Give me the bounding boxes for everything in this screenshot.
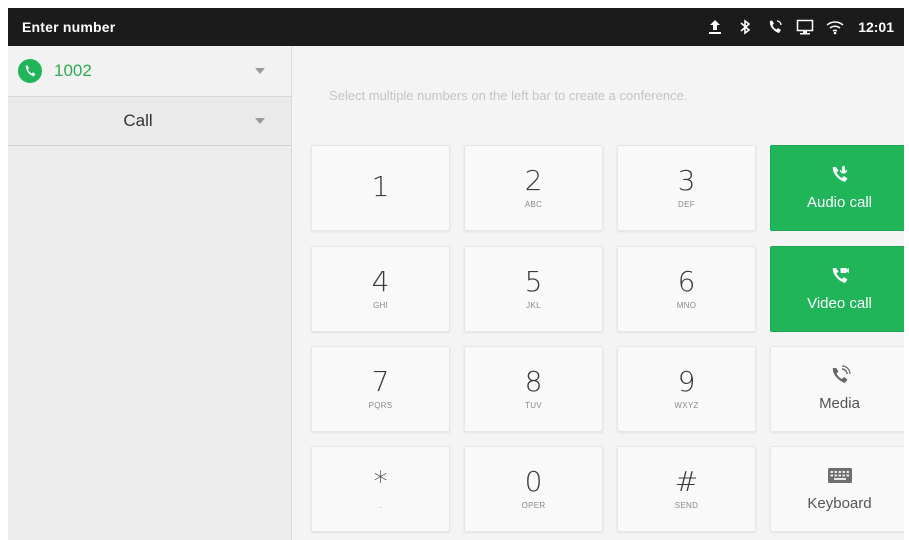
key-digit: 6 bbox=[677, 265, 696, 298]
key-digit: # bbox=[674, 465, 699, 498]
clock: 12:01 bbox=[858, 19, 894, 35]
keyboard-icon bbox=[827, 465, 853, 487]
screen-cast-icon bbox=[796, 18, 814, 36]
keyboard-label: Keyboard bbox=[807, 495, 872, 512]
status-icons: 12:01 bbox=[706, 18, 894, 36]
audio-call-icon bbox=[829, 164, 851, 186]
key-digit: 3 bbox=[677, 164, 696, 197]
key-letters: OPER bbox=[521, 501, 546, 510]
key-2[interactable]: 2 ABC bbox=[464, 145, 603, 231]
screen-title: Enter number bbox=[22, 19, 116, 35]
call-mode-label: Call bbox=[123, 111, 153, 130]
dialpad-area: Select multiple numbers on the left bar … bbox=[293, 46, 904, 540]
video-call-icon bbox=[829, 265, 851, 287]
key-letters: MNO bbox=[676, 301, 697, 310]
key-digit: 5 bbox=[524, 265, 543, 298]
media-label: Media bbox=[819, 395, 860, 412]
key-letters: . bbox=[379, 501, 382, 510]
key-letters: TUV bbox=[525, 401, 542, 410]
key-letters: GHI bbox=[372, 301, 389, 310]
video-call-label: Video call bbox=[807, 295, 872, 312]
phone-icon bbox=[18, 59, 42, 83]
bluetooth-icon bbox=[736, 18, 754, 36]
key-digit: 1 bbox=[371, 170, 390, 203]
wifi-icon bbox=[826, 18, 844, 36]
status-bar: Enter number 12:01 bbox=[8, 8, 904, 46]
keyboard-button[interactable]: Keyboard bbox=[770, 446, 904, 532]
media-button[interactable]: Media bbox=[770, 346, 904, 432]
key-digit: 9 bbox=[677, 365, 696, 398]
key-5[interactable]: 5 JKL bbox=[464, 246, 603, 332]
key-hash[interactable]: # SEND bbox=[617, 446, 756, 532]
key-letters: ABC bbox=[524, 200, 543, 209]
dialer-screen: Enter number 12:01 1002 Call Select mult… bbox=[8, 8, 904, 540]
account-number: 1002 bbox=[54, 61, 92, 80]
key-digit: 2 bbox=[524, 164, 543, 197]
account-sidebar: 1002 Call bbox=[8, 46, 292, 540]
chevron-down-icon bbox=[255, 68, 265, 74]
account-selector[interactable]: 1002 bbox=[8, 46, 291, 97]
key-letters: PQRS bbox=[368, 401, 393, 410]
key-digit: 8 bbox=[524, 365, 543, 398]
upload-icon bbox=[706, 18, 724, 36]
key-digit: 7 bbox=[371, 365, 390, 398]
key-0[interactable]: 0 OPER bbox=[464, 446, 603, 532]
call-active-icon bbox=[766, 18, 784, 36]
video-call-button[interactable]: Video call bbox=[770, 246, 904, 332]
key-4[interactable]: 4 GHI bbox=[311, 246, 450, 332]
key-9[interactable]: 9 WXYZ bbox=[617, 346, 756, 432]
key-digit: 4 bbox=[371, 265, 390, 298]
key-letters: WXYZ bbox=[674, 401, 699, 410]
media-call-icon bbox=[829, 365, 851, 387]
audio-call-label: Audio call bbox=[806, 194, 873, 211]
call-mode-selector[interactable]: Call bbox=[8, 97, 291, 146]
key-8[interactable]: 8 TUV bbox=[464, 346, 603, 432]
key-letters: DEF bbox=[678, 200, 695, 209]
audio-call-button[interactable]: Audio call bbox=[770, 145, 904, 231]
key-letters: JKL bbox=[526, 301, 541, 310]
key-1[interactable]: 1 bbox=[311, 145, 450, 231]
chevron-down-icon bbox=[255, 118, 265, 124]
key-digit: * bbox=[373, 465, 388, 498]
key-7[interactable]: 7 PQRS bbox=[311, 346, 450, 432]
conference-hint: Select multiple numbers on the left bar … bbox=[329, 88, 688, 103]
key-letters: SEND bbox=[674, 501, 699, 510]
key-digit: 0 bbox=[524, 465, 543, 498]
key-star[interactable]: * . bbox=[311, 446, 450, 532]
key-6[interactable]: 6 MNO bbox=[617, 246, 756, 332]
key-3[interactable]: 3 DEF bbox=[617, 145, 756, 231]
